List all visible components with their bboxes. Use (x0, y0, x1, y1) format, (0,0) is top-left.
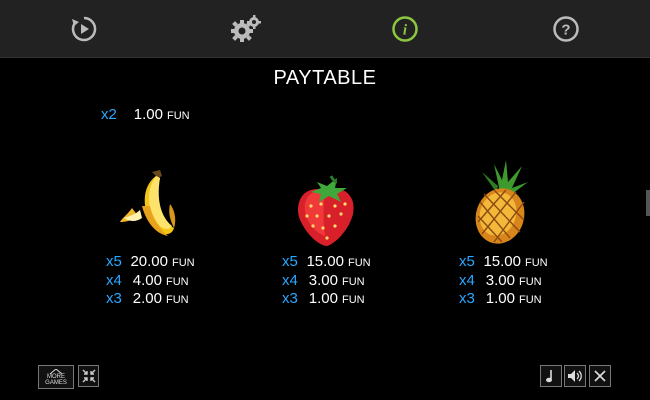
multiplier-label: x5 (282, 253, 298, 270)
paytable-row: x4 3.00 FUN (282, 272, 365, 290)
payout-value: 1.00 (133, 106, 163, 123)
currency-label: FUN (519, 276, 542, 288)
multiplier-label: x3 (459, 290, 475, 307)
speaker-icon (568, 370, 582, 382)
multiplier-label: x4 (459, 272, 475, 289)
settings-icon[interactable] (229, 14, 263, 44)
currency-label: FUN (166, 276, 189, 288)
music-note-icon (546, 370, 552, 383)
paytable-row: x4 3.00 FUN (459, 272, 542, 290)
multiplier-label: x4 (106, 272, 122, 289)
svg-text:i: i (403, 23, 408, 39)
collapse-icon (82, 369, 95, 383)
close-button[interactable] (589, 365, 611, 387)
paytable-row: x5 15.00 FUN (282, 253, 371, 271)
exit-fullscreen-button[interactable] (78, 365, 99, 387)
paytable-row: x5 15.00 FUN (459, 253, 548, 271)
pineapple-icon (466, 158, 536, 251)
currency-label: FUN (525, 257, 548, 269)
payout-value: 3.00 (485, 272, 515, 289)
paytable-row: x5 20.00 FUN (106, 253, 195, 271)
autoplay-icon[interactable] (69, 14, 99, 44)
paytable-row: x4 4.00 FUN (106, 272, 189, 290)
currency-label: FUN (342, 276, 365, 288)
banana-icon (112, 166, 184, 247)
payout-value: 15.00 (306, 253, 344, 270)
page-title: PAYTABLE (273, 67, 377, 89)
strawberry-icon (293, 172, 357, 253)
multiplier-label: x4 (282, 272, 298, 289)
more-games-label-line2: GAMES (45, 380, 67, 386)
payout-value: 4.00 (132, 272, 162, 289)
payout-value: 20.00 (130, 253, 168, 270)
multiplier-label: x2 (101, 106, 117, 123)
currency-label: FUN (519, 294, 542, 306)
scrollbar[interactable] (646, 190, 650, 216)
currency-label: FUN (166, 294, 189, 306)
currency-label: FUN (172, 257, 195, 269)
top-bar: i ? (0, 0, 650, 58)
info-icon[interactable]: i (390, 14, 420, 44)
svg-text:?: ? (561, 22, 570, 39)
payout-value: 2.00 (132, 290, 162, 307)
music-button[interactable] (540, 365, 562, 387)
close-icon (594, 370, 606, 382)
payout-value: 1.00 (485, 290, 515, 307)
currency-label: FUN (342, 294, 365, 306)
currency-label: FUN (167, 110, 190, 122)
more-games-button[interactable]: MORE GAMES (38, 365, 74, 389)
currency-label: FUN (348, 257, 371, 269)
help-icon[interactable]: ? (551, 14, 581, 44)
paytable-row: x3 2.00 FUN (106, 290, 189, 308)
paytable-row: x3 1.00 FUN (282, 290, 365, 308)
multiplier-label: x3 (106, 290, 122, 307)
paytable-row-top: x2 1.00 FUN (101, 106, 190, 124)
payout-value: 1.00 (308, 290, 338, 307)
payout-value: 15.00 (483, 253, 521, 270)
multiplier-label: x5 (459, 253, 475, 270)
payout-value: 3.00 (308, 272, 338, 289)
sound-button[interactable] (564, 365, 586, 387)
multiplier-label: x3 (282, 290, 298, 307)
multiplier-label: x5 (106, 253, 122, 270)
paytable-row: x3 1.00 FUN (459, 290, 542, 308)
